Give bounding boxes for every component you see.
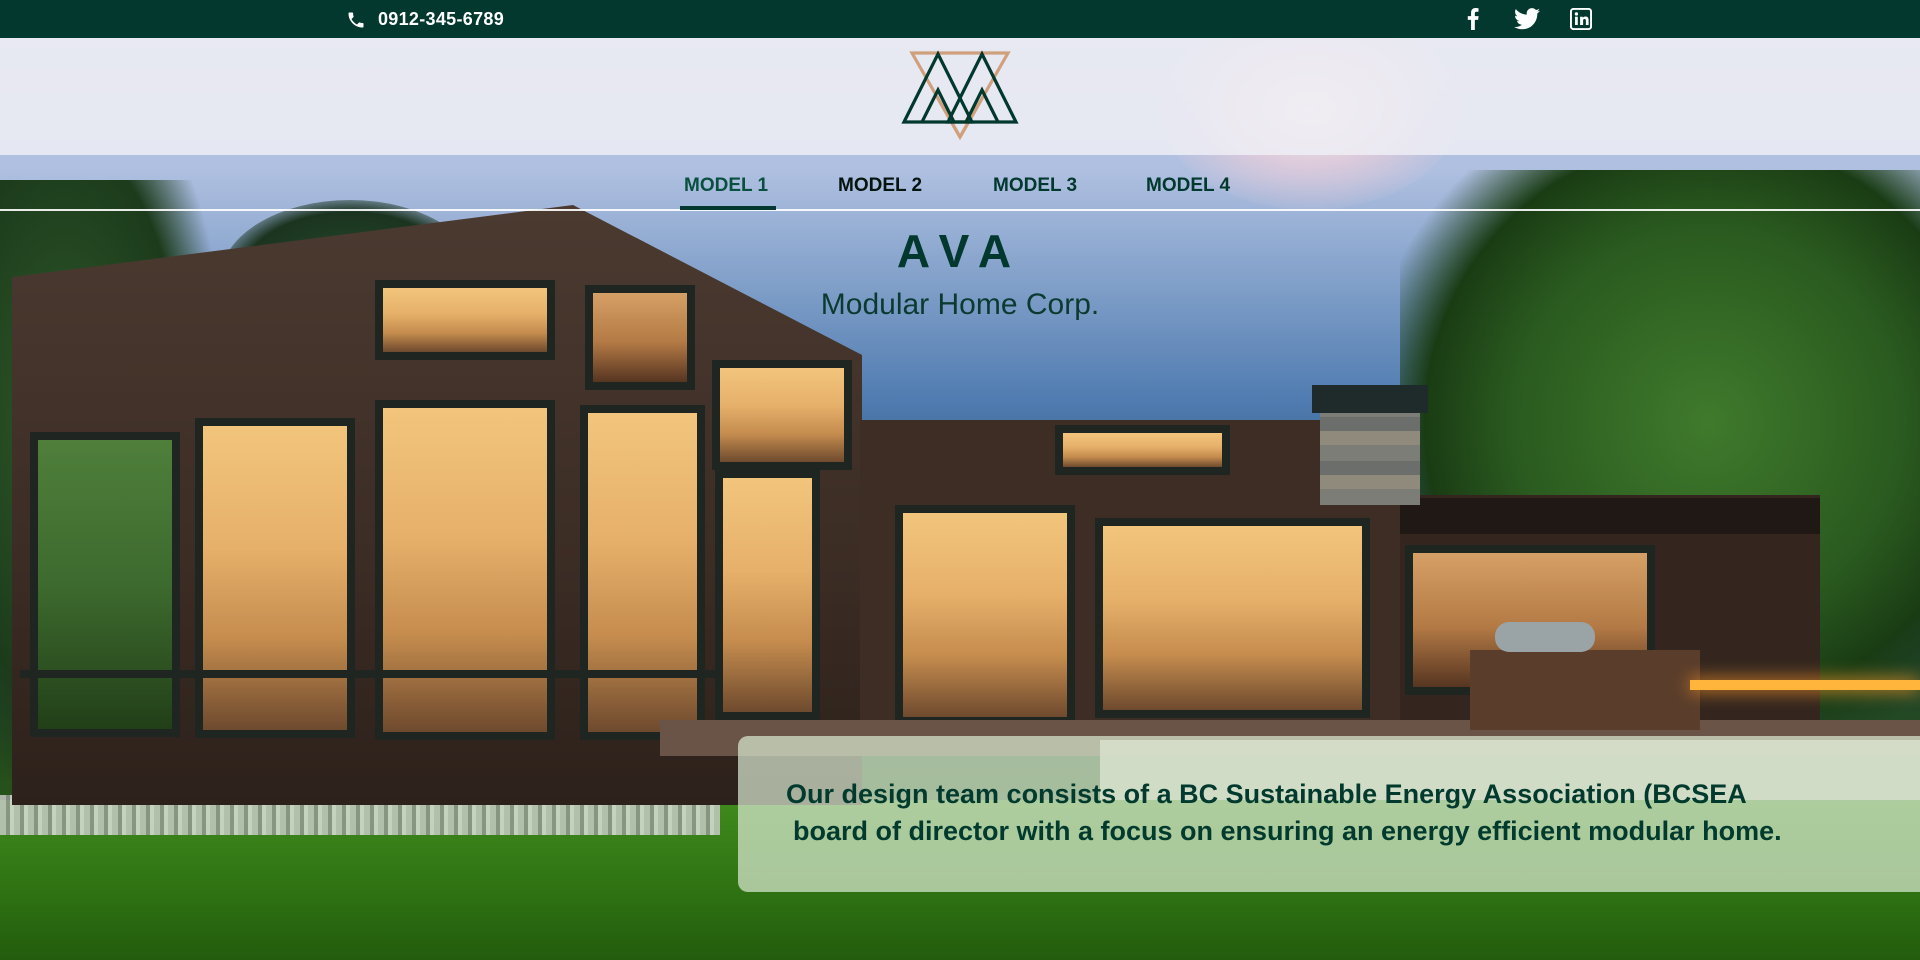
nav-item-model-2[interactable]: MODEL 2 xyxy=(838,175,922,197)
top-contact-bar: 0912-345-6789 xyxy=(0,0,1920,38)
nav-item-model-4[interactable]: MODEL 4 xyxy=(1146,175,1230,197)
info-line-2: board of director with a focus on ensuri… xyxy=(793,816,1782,846)
grill-lid xyxy=(1495,622,1595,652)
glass-wall-window xyxy=(895,505,1075,725)
info-line-1: Our design team consists of a BC Sustain… xyxy=(786,779,1747,809)
nav-divider xyxy=(0,209,1920,211)
social-links xyxy=(1460,8,1594,30)
brand-subtitle: Modular Home Corp. xyxy=(820,288,1100,321)
info-panel: Our design team consists of a BC Sustain… xyxy=(738,736,1920,892)
nav-item-model-1[interactable]: MODEL 1 xyxy=(684,175,768,197)
fire-pit xyxy=(1690,680,1920,690)
model-nav: MODEL 1 MODEL 2 MODEL 3 MODEL 4 xyxy=(0,157,1920,211)
glass-wall-window xyxy=(580,405,705,740)
phone-icon xyxy=(348,12,364,27)
facebook-icon[interactable] xyxy=(1460,8,1486,30)
brand-title: AVA xyxy=(896,225,1024,277)
glass-wall-window xyxy=(375,400,555,740)
clerestory-window xyxy=(1055,425,1230,475)
glass-wall-window xyxy=(715,470,820,720)
info-text: Our design team consists of a BC Sustain… xyxy=(786,776,1906,850)
linkedin-icon[interactable] xyxy=(1568,8,1594,30)
glass-wall-window xyxy=(1095,518,1370,718)
nav-item-model-3[interactable]: MODEL 3 xyxy=(993,175,1077,197)
house-right-roof xyxy=(1400,498,1820,534)
twitter-icon[interactable] xyxy=(1514,8,1540,30)
ava-triangle-logo[interactable] xyxy=(900,50,1020,142)
phone-number: 0912-345-6789 xyxy=(378,9,505,29)
glass-wall-window xyxy=(195,418,355,738)
outdoor-grill-counter xyxy=(1470,650,1700,730)
chimney-cap xyxy=(1312,385,1428,413)
glass-wall-window xyxy=(30,432,180,737)
nav-active-underline xyxy=(680,206,776,210)
clerestory-window xyxy=(712,360,852,470)
phone-contact[interactable]: 0912-345-6789 xyxy=(346,9,504,30)
window-transom xyxy=(20,670,720,678)
